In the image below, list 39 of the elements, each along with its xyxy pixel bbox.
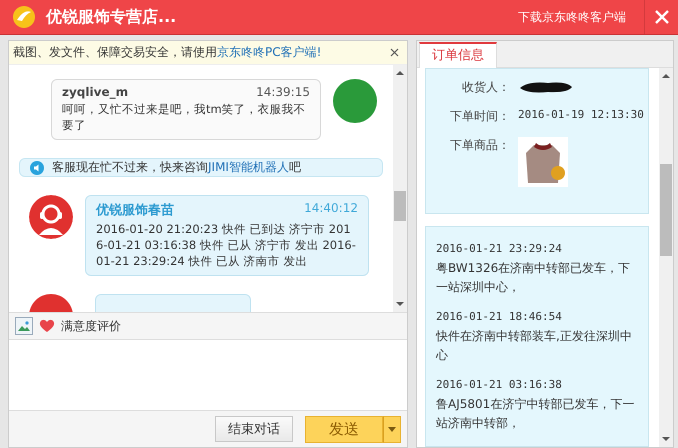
- tracking-time: 2016-01-21 23:29:24: [436, 241, 563, 257]
- heart-icon[interactable]: [39, 319, 55, 333]
- message-text: 呵呵，又忙不过来是吧，我tm笑了，衣服我不要了: [62, 101, 307, 133]
- tracking-text: 快件在济南中转部装车,正发往深圳中心: [436, 328, 633, 364]
- tracking-text: 鲁AJ5801在济宁中转部已发车，下一站济南中转部，: [436, 396, 636, 432]
- order-time: 2016-01-19 12:13:30: [518, 108, 644, 121]
- scrollbar[interactable]: [659, 68, 673, 447]
- system-text: 客服现在忙不过来，快来咨询JIMI智能机器人吧: [52, 159, 301, 176]
- agent-avatar: [29, 195, 73, 239]
- sender-name: 优锐服饰春苗: [96, 202, 174, 219]
- send-button[interactable]: 发送: [305, 416, 383, 442]
- scrollbar[interactable]: [393, 65, 407, 312]
- client-link[interactable]: 京东咚咚PC客户端!: [217, 45, 322, 59]
- message-text: 2016-01-20 21:20:23 快件 已到达 济宁市 2016-01-21 03:16:38 快件 已从 济宁市 发出 2016-01-21 23:29:24 快件 已从 济南市 发出: [96, 221, 357, 269]
- window-title: 优锐服饰专营店...: [46, 6, 178, 28]
- close-icon: [654, 10, 668, 24]
- order-info-tab[interactable]: 订单信息: [419, 42, 497, 68]
- field-label: 下单商品：: [449, 137, 510, 154]
- field-label: 下单时间：: [449, 108, 510, 125]
- field-label: 收货人：: [461, 79, 510, 96]
- image-icon[interactable]: [15, 317, 33, 335]
- close-icon[interactable]: [390, 48, 399, 57]
- logo-icon: [12, 5, 36, 29]
- tracking-time: 2016-01-21 03:16:38: [436, 377, 563, 393]
- caret-icon: [388, 426, 396, 432]
- avatar: [333, 79, 377, 123]
- download-link[interactable]: 下载京东咚咚客户端: [518, 8, 626, 26]
- sender-name: zyqlive_m: [62, 85, 128, 99]
- send-options-button[interactable]: [383, 416, 401, 442]
- speaker-icon: [30, 160, 44, 174]
- tracking-time: 2016-01-21 18:46:54: [436, 309, 563, 325]
- message-time: 14:39:15: [256, 85, 310, 99]
- notice-text: 截图、发文件、保障交易安全，请使用京东咚咚PC客户端!: [13, 44, 322, 61]
- tracking-text: 粤BW1326在济南中转部已发车，下一站深圳中心，: [436, 260, 632, 296]
- rating-label[interactable]: 满意度评价: [61, 318, 121, 334]
- product-thumbnail[interactable]: [518, 137, 568, 187]
- end-chat-button[interactable]: 结束对话: [215, 416, 293, 442]
- robot-link[interactable]: JIMI智能机器人: [208, 160, 289, 174]
- message-time: 14:40:12: [304, 201, 358, 217]
